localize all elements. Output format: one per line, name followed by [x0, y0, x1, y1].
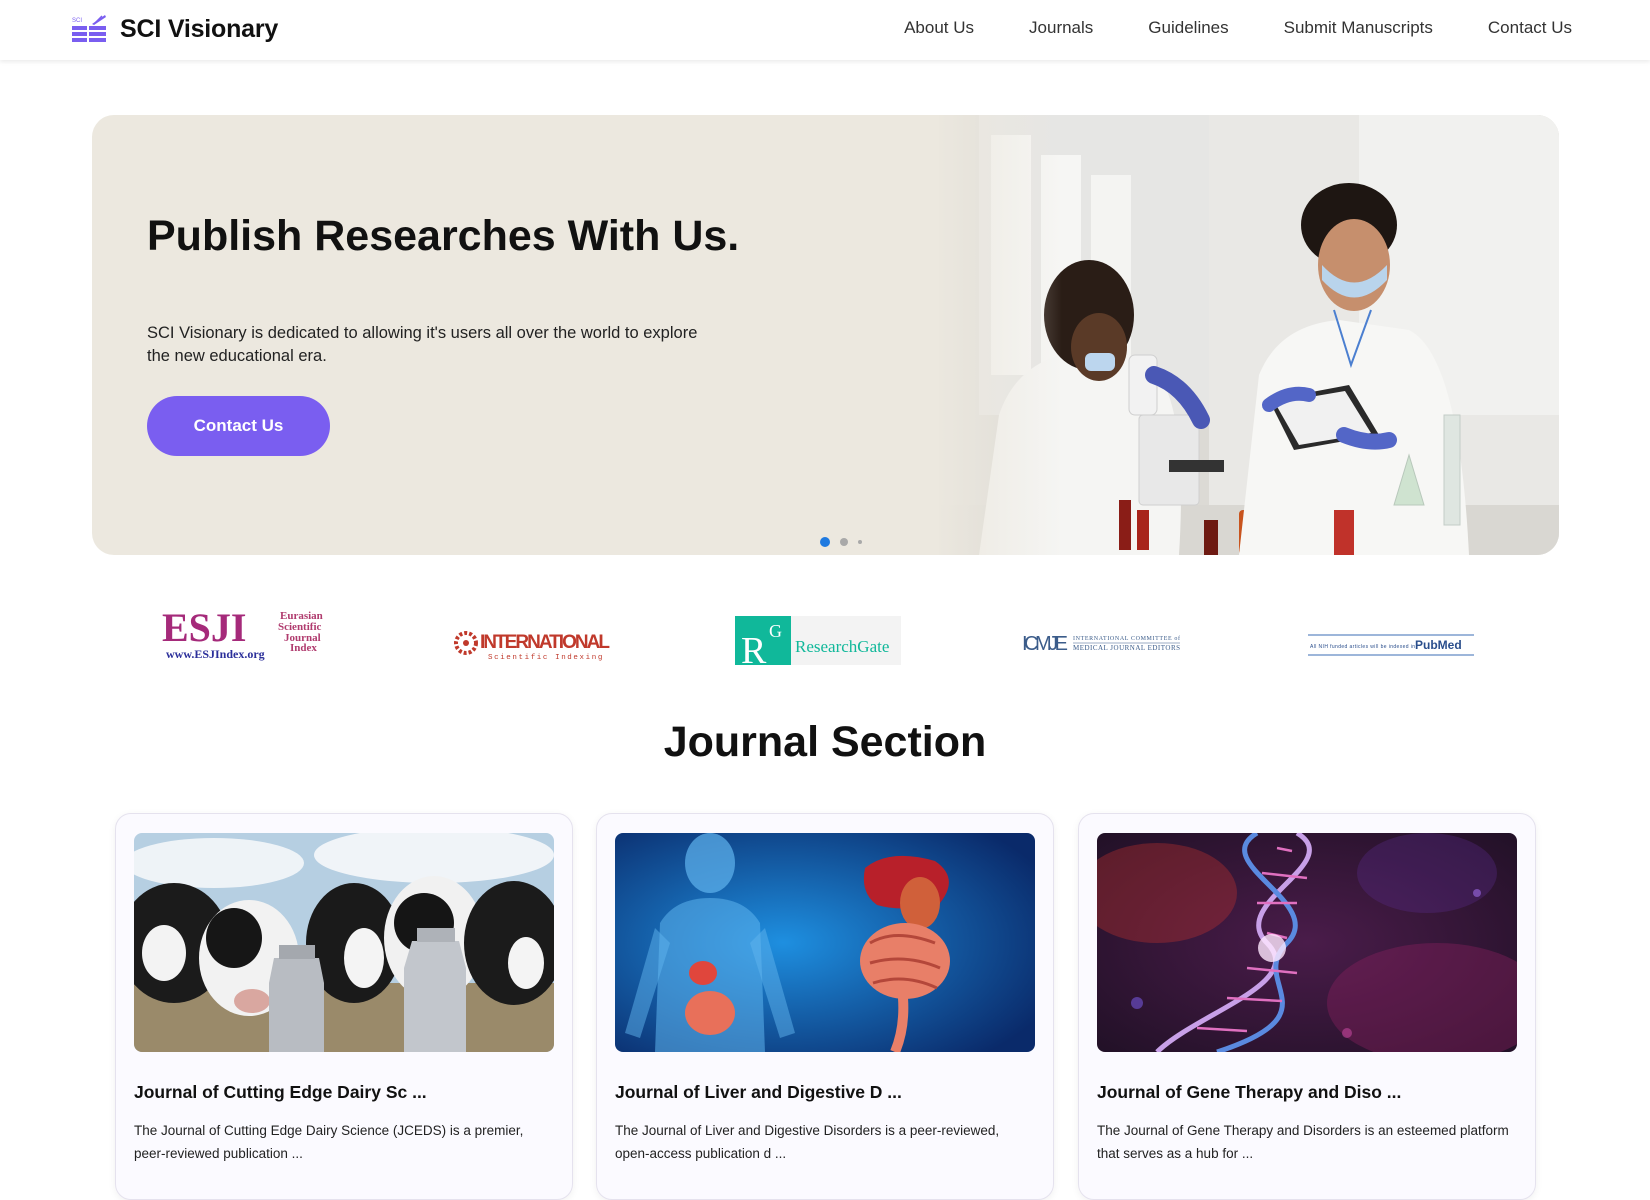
nav-submit-manuscripts[interactable]: Submit Manuscripts — [1284, 18, 1433, 38]
brand-mini-label: SCI — [72, 18, 82, 24]
journal-card-description: The Journal of Cutting Edge Dairy Scienc… — [134, 1123, 524, 1161]
researchgate-badge-r: R — [741, 630, 767, 665]
nav-about-us[interactable]: About Us — [904, 18, 974, 38]
hero-title: Publish Researches With Us. — [147, 212, 740, 260]
digestive-system-image — [615, 833, 1035, 1052]
hero-photo-fade — [932, 115, 1062, 555]
journal-card-title[interactable]: Journal of Liver and Digestive D ... — [615, 1082, 1035, 1103]
brand-logo-link[interactable]: SCI SCI Visionary — [72, 14, 278, 44]
carousel-dot-3[interactable] — [858, 540, 862, 544]
journal-card-title[interactable]: Journal of Gene Therapy and Diso ... — [1097, 1082, 1517, 1103]
dairy-cows-image — [134, 833, 554, 1052]
isi-main-text: INTERNATIONAL — [480, 632, 610, 653]
journal-card-gene[interactable]: Journal of Gene Therapy and Diso ... The… — [1078, 813, 1536, 1200]
journal-card-title[interactable]: Journal of Cutting Edge Dairy Sc ... — [134, 1082, 554, 1103]
brand-name: SCI Visionary — [120, 14, 279, 43]
nav-guidelines[interactable]: Guidelines — [1148, 18, 1228, 38]
esji-url: www.ESJIndex.org — [166, 647, 265, 661]
site-header: SCI SCI Visionary About Us Journals Guid… — [0, 0, 1650, 60]
carousel-dots — [820, 537, 862, 547]
hero-banner: Publish Researches With Us. SCI Visionar… — [92, 115, 1559, 555]
main-nav: About Us Journals Guidelines Submit Manu… — [904, 18, 1572, 38]
carousel-dot-2[interactable] — [840, 538, 848, 546]
journal-card-liver[interactable]: Journal of Liver and Digestive D ... The… — [596, 813, 1054, 1200]
nav-contact-us[interactable]: Contact Us — [1488, 18, 1572, 38]
icmje-line-1: INTERNATIONAL COMMITTEE of — [1073, 635, 1180, 642]
book-logo-icon: SCI — [72, 15, 106, 42]
icmje-abbr: ICMJE — [1022, 633, 1068, 655]
pubmed-note: All NIH funded articles will be indexed … — [1310, 644, 1415, 650]
journal-card-dairy[interactable]: Journal of Cutting Edge Dairy Sc ... The… — [115, 813, 573, 1200]
esji-side-line-4: Index — [290, 642, 317, 654]
pubmed-logo[interactable]: All NIH funded articles will be indexed … — [1308, 600, 1474, 670]
indexing-logos-row: ESJI Eurasian Scientific Journal Index w… — [0, 600, 1650, 680]
researchgate-logo[interactable]: R G ResearchGate — [735, 600, 901, 670]
hero-description: SCI Visionary is dedicated to allowing i… — [147, 324, 698, 365]
isi-logo[interactable]: INTERNATIONAL Scientific Indexing — [452, 600, 612, 670]
journal-card-description: The Journal of Gene Therapy and Disorder… — [1097, 1123, 1509, 1161]
researchgate-name: ResearchGate — [795, 637, 889, 656]
researchgate-badge-g: G — [769, 621, 782, 641]
journal-section-title: Journal Section — [663, 718, 987, 766]
dna-helix-image — [1097, 833, 1517, 1052]
nav-journals[interactable]: Journals — [1029, 18, 1093, 38]
isi-sub-text: Scientific Indexing — [488, 654, 604, 662]
icmje-line-2: MEDICAL JOURNAL EDITORS — [1073, 644, 1180, 652]
journal-card-description: The Journal of Liver and Digestive Disor… — [615, 1123, 1000, 1161]
carousel-dot-1[interactable] — [820, 537, 830, 547]
esji-main-text: ESJI — [162, 605, 247, 650]
contact-us-button[interactable]: Contact Us — [147, 396, 330, 456]
pubmed-name: PubMed — [1415, 638, 1462, 652]
esji-logo[interactable]: ESJI Eurasian Scientific Journal Index w… — [160, 600, 335, 670]
icmje-logo[interactable]: ICMJE INTERNATIONAL COMMITTEE of MEDICAL… — [1022, 600, 1182, 670]
